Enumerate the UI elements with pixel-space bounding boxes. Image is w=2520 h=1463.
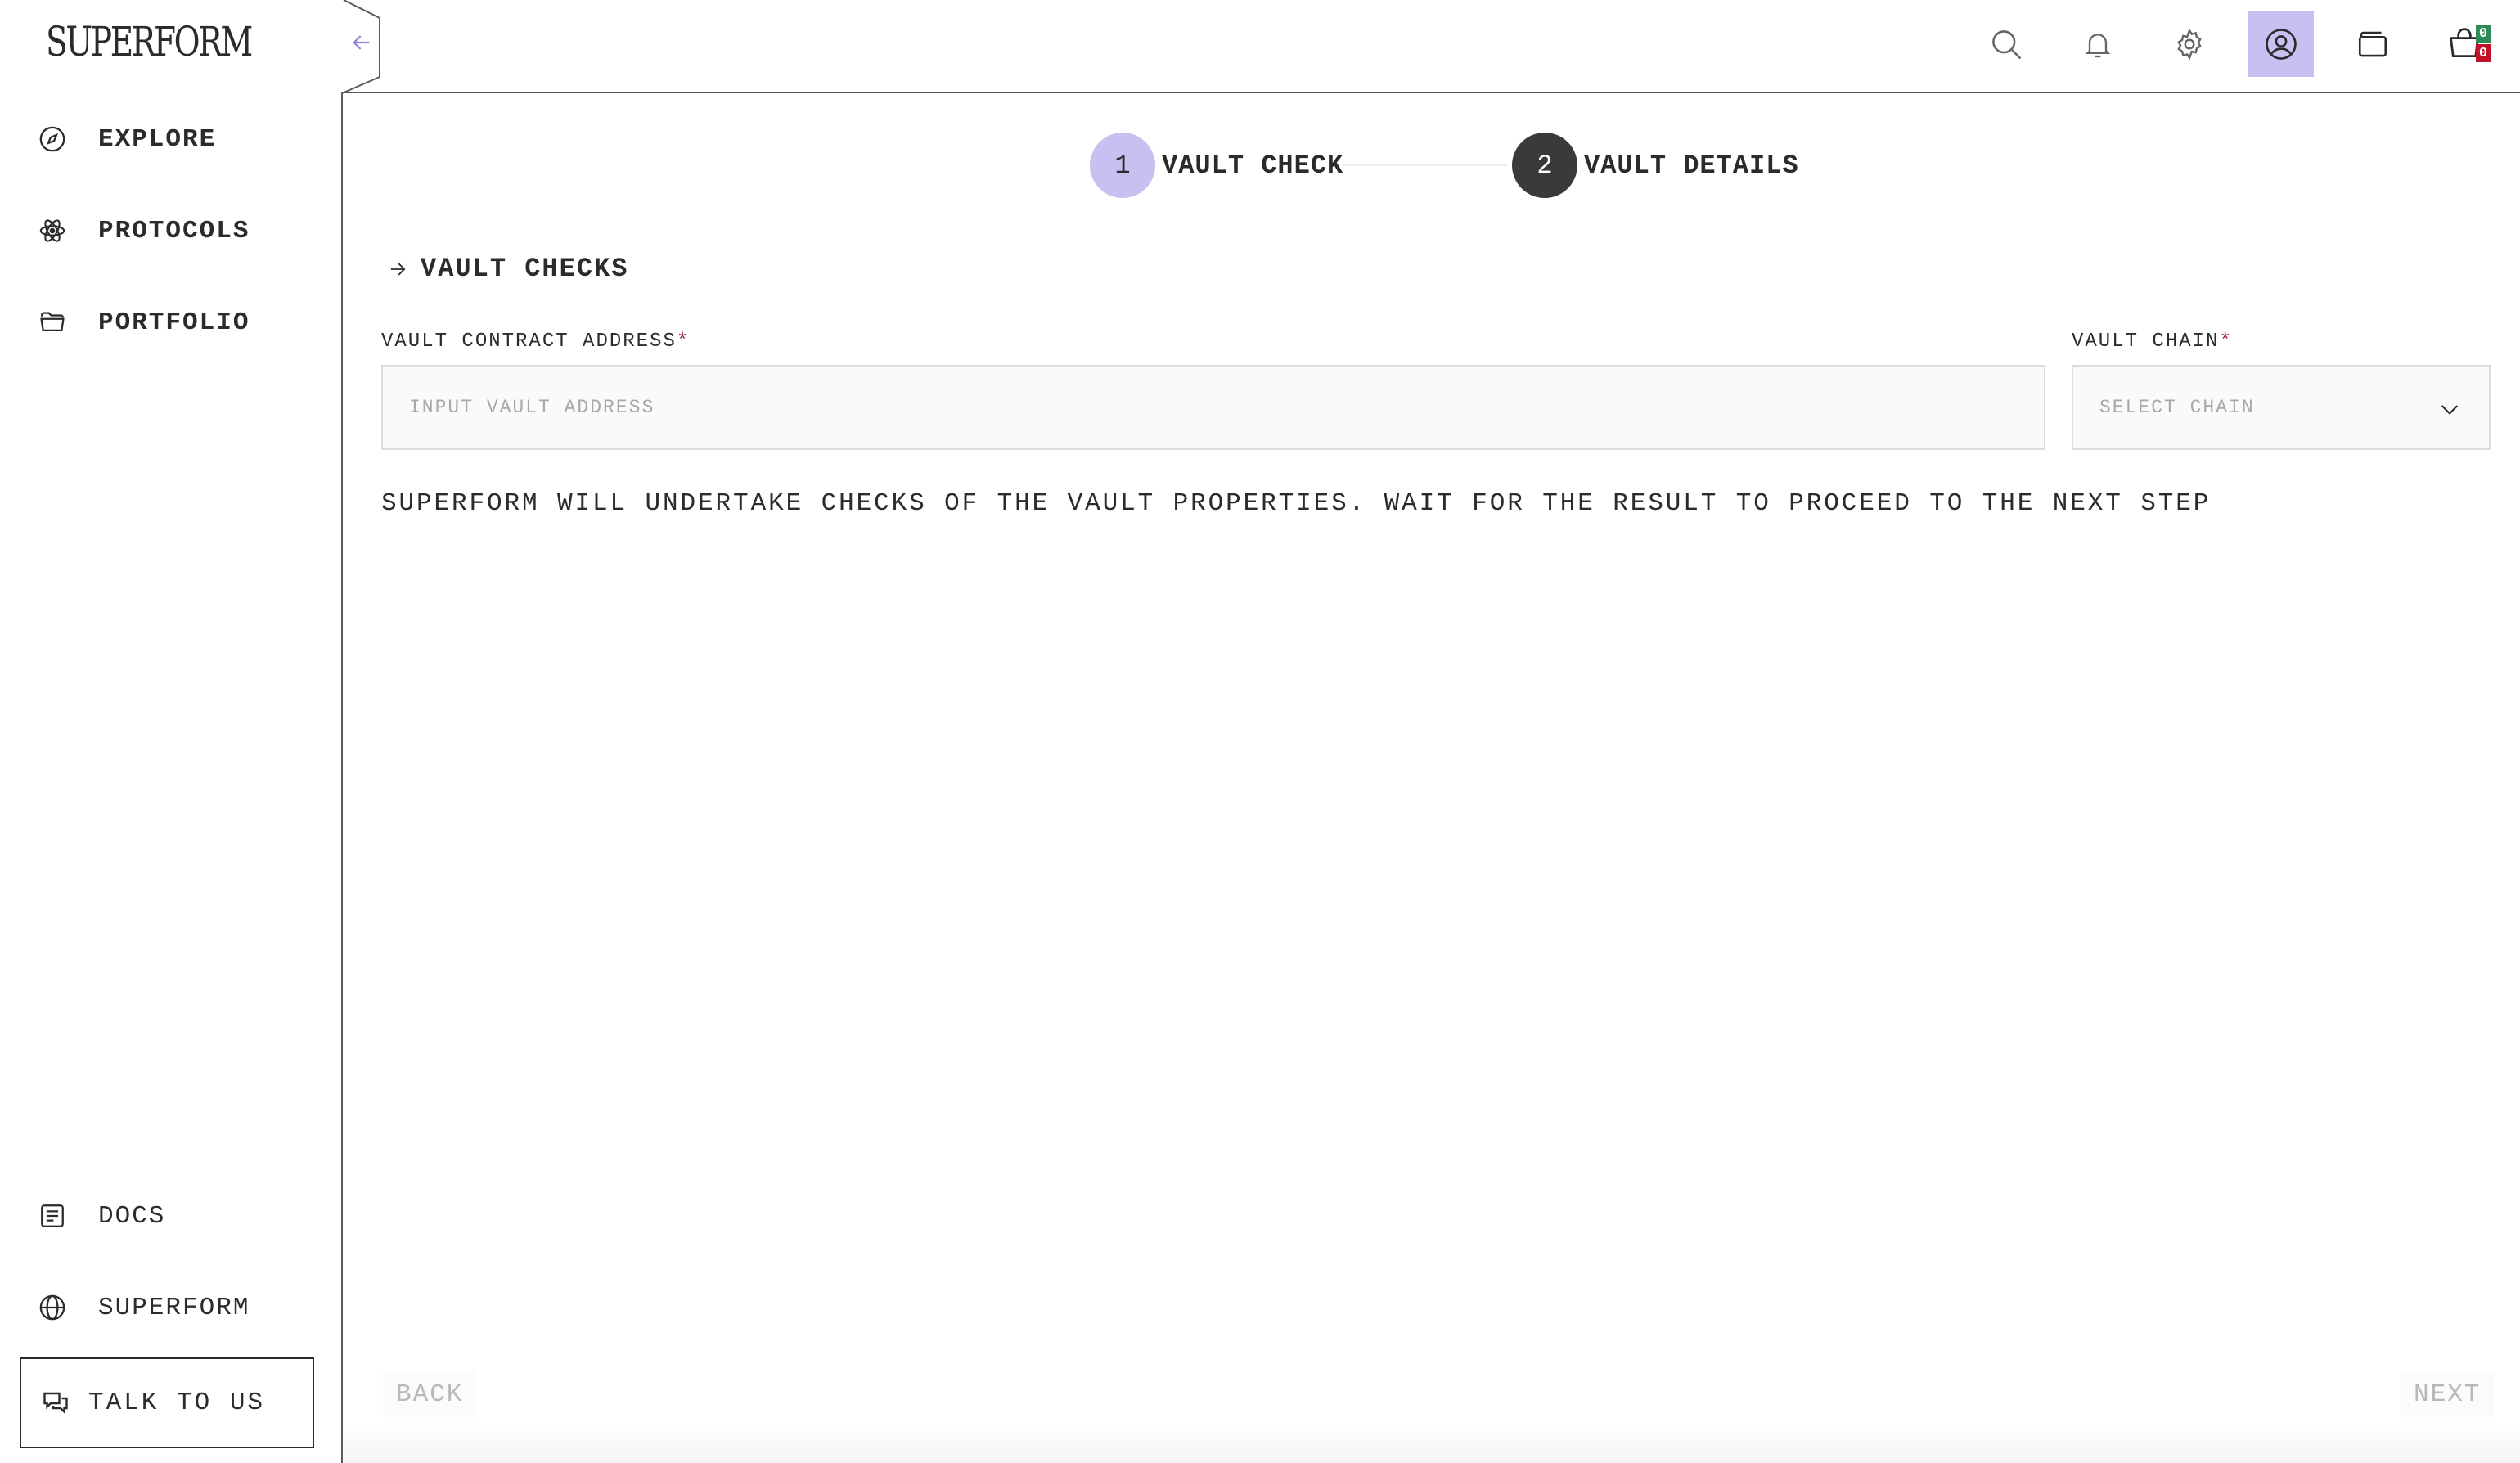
arrow-right-icon <box>390 262 406 276</box>
sidebar-item-superform[interactable]: SUPERFORM <box>36 1283 250 1332</box>
chevron-down-icon <box>2441 405 2459 415</box>
step-1-circle: 1 <box>1090 133 1155 198</box>
talk-to-us-button[interactable]: TALK TO US <box>20 1357 314 1448</box>
vault-address-label: VAULT CONTRACT ADDRESS* <box>381 331 690 353</box>
profile-button[interactable] <box>2248 11 2314 77</box>
arrow-left-icon <box>353 35 370 50</box>
next-button[interactable]: NEXT <box>2401 1371 2495 1417</box>
topbar-divider <box>342 92 2520 93</box>
cart-badge-top: 0 <box>2476 25 2491 43</box>
required-mark: * <box>2219 331 2233 353</box>
bell-icon <box>2085 34 2111 58</box>
step-connector <box>1343 164 1507 166</box>
compass-icon <box>36 123 69 155</box>
section-title-label: VAULT CHECKS <box>421 254 629 284</box>
cart-badge-bottom: 0 <box>2476 44 2491 62</box>
vault-address-input[interactable] <box>381 365 2045 450</box>
sidebar-item-label: DOCS <box>98 1201 166 1231</box>
step-2-circle: 2 <box>1512 133 1577 198</box>
vault-address-label-text: VAULT CONTRACT ADDRESS <box>381 331 677 353</box>
globe-icon <box>36 1291 69 1324</box>
bottom-shadow <box>344 1424 2520 1463</box>
vault-chain-label: VAULT CHAIN* <box>2072 331 2233 353</box>
sidebar-item-label: PROTOCOLS <box>98 216 250 245</box>
search-button[interactable] <box>1973 11 2039 77</box>
sidebar-item-protocols[interactable]: PROTOCOLS <box>36 206 250 255</box>
search-icon <box>1992 30 2022 60</box>
back-button[interactable]: BACK <box>383 1371 477 1417</box>
step-2-label: VAULT DETAILS <box>1584 151 1799 181</box>
wallet-icon <box>2358 31 2387 57</box>
vault-chain-select[interactable]: SELECT CHAIN <box>2072 365 2491 450</box>
section-title: VAULT CHECKS <box>386 254 628 284</box>
chain-select-placeholder: SELECT CHAIN <box>2099 397 2255 418</box>
folder-icon <box>36 306 69 339</box>
settings-button[interactable] <box>2157 11 2222 77</box>
sidebar: SUPERFORM EXPLORE PROTOCOLS PORTFOLIO DO… <box>0 0 344 1463</box>
step-1-label: VAULT CHECK <box>1162 151 1344 181</box>
sidebar-item-docs[interactable]: DOCS <box>36 1191 165 1240</box>
wallet-button[interactable] <box>2340 11 2405 77</box>
chat-icon <box>39 1387 72 1420</box>
gear-icon <box>2177 28 2202 61</box>
notifications-button[interactable] <box>2065 11 2131 77</box>
cart-button[interactable]: 0 0 <box>2432 11 2497 77</box>
atom-icon <box>36 214 69 247</box>
required-mark: * <box>676 331 691 353</box>
user-icon <box>2266 29 2297 60</box>
sidebar-item-label: EXPLORE <box>98 124 217 154</box>
sidebar-item-label: PORTFOLIO <box>98 308 250 337</box>
collapse-sidebar-button[interactable] <box>349 29 375 56</box>
document-icon <box>36 1200 69 1232</box>
vault-chain-label-text: VAULT CHAIN <box>2072 331 2220 353</box>
sidebar-item-portfolio[interactable]: PORTFOLIO <box>36 298 250 347</box>
superform-logo[interactable]: SUPERFORM <box>46 18 253 65</box>
sidebar-item-explore[interactable]: EXPLORE <box>36 115 216 164</box>
talk-to-us-label: TALK TO US <box>88 1389 266 1417</box>
sidebar-item-label: SUPERFORM <box>98 1293 250 1322</box>
vault-check-info: SUPERFORM WILL UNDERTAKE CHECKS OF THE V… <box>381 489 2212 518</box>
